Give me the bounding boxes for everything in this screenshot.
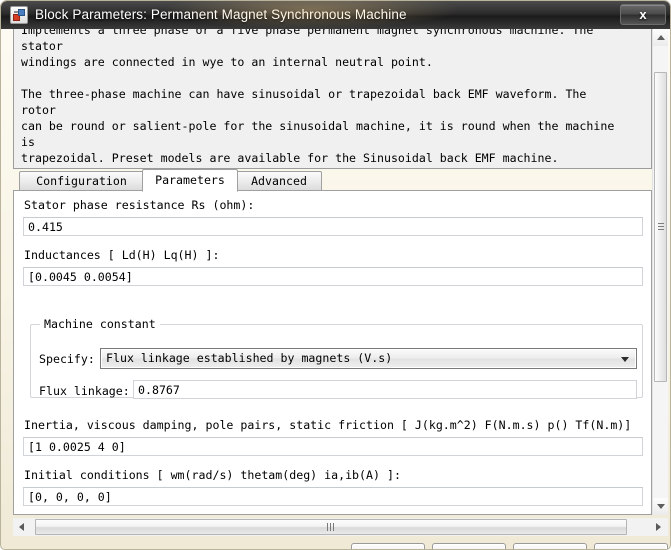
scroll-right-arrow-icon <box>656 523 661 531</box>
help-button[interactable]: Help <box>513 543 587 549</box>
chevron-down-icon <box>621 357 629 362</box>
scroll-down-button[interactable] <box>653 498 668 515</box>
horizontal-scrollbar[interactable] <box>13 518 668 536</box>
inductances-label: Inductances [ Ld(H) Lq(H) ]: <box>24 248 220 262</box>
ok-button[interactable]: OK <box>351 543 425 549</box>
flux-linkage-label: Flux linkage: <box>39 384 130 398</box>
apply-button[interactable]: Apply <box>594 543 668 549</box>
simulink-block-icon <box>10 6 28 24</box>
close-icon: x <box>639 7 647 22</box>
window-title: Block Parameters: Permanent Magnet Synch… <box>35 7 407 22</box>
description-text: Implements a three phase or a five phase… <box>21 29 615 165</box>
inertia-label: Inertia, viscous damping, pole pairs, st… <box>24 418 632 432</box>
machine-constant-group-title: Machine constant <box>40 317 160 331</box>
close-button[interactable]: x <box>620 4 666 25</box>
title-bar: Block Parameters: Permanent Magnet Synch… <box>1 1 670 29</box>
inductances-input[interactable] <box>23 267 643 286</box>
scroll-down-arrow-icon <box>657 504 665 509</box>
parameters-panel: Stator phase resistance Rs (ohm): Induct… <box>13 190 652 515</box>
vertical-scrollbar[interactable] <box>652 29 668 515</box>
block-parameters-dialog: Block Parameters: Permanent Magnet Synch… <box>0 0 671 550</box>
horizontal-scroll-thumb[interactable] <box>35 519 627 535</box>
tab-bar: Configuration Parameters Advanced <box>13 169 652 192</box>
scroll-left-button[interactable] <box>14 519 31 535</box>
scroll-right-button[interactable] <box>650 519 667 535</box>
description-pane: Implements a three phase or a five phase… <box>13 29 652 169</box>
dialog-client-area: Implements a three phase or a five phase… <box>7 29 668 549</box>
flux-linkage-input[interactable] <box>133 380 637 399</box>
scroll-left-arrow-icon <box>19 523 24 531</box>
dialog-button-bar: OK Cancel Help Apply <box>7 537 668 549</box>
inertia-input[interactable] <box>23 437 643 456</box>
tab-advanced[interactable]: Advanced <box>236 171 322 191</box>
tab-configuration[interactable]: Configuration <box>19 171 144 191</box>
scroll-grip-icon <box>658 223 664 231</box>
stator-resistance-label: Stator phase resistance Rs (ohm): <box>24 198 255 212</box>
specify-selected-value: Flux linkage established by magnets (V.s… <box>106 351 393 365</box>
specify-label: Specify: <box>39 352 95 366</box>
scroll-up-arrow-icon <box>657 35 665 40</box>
initial-conditions-input[interactable] <box>23 487 643 506</box>
specify-dropdown[interactable]: Flux linkage established by magnets (V.s… <box>100 348 637 369</box>
vertical-scroll-thumb[interactable] <box>654 72 667 382</box>
scroll-up-button[interactable] <box>653 29 668 46</box>
tab-parameters[interactable]: Parameters <box>142 169 238 192</box>
cancel-button[interactable]: Cancel <box>432 543 506 549</box>
initial-conditions-label: Initial conditions [ wm(rad/s) thetam(de… <box>24 468 401 482</box>
scroll-grip-icon <box>327 523 335 531</box>
stator-resistance-input[interactable] <box>23 217 643 236</box>
